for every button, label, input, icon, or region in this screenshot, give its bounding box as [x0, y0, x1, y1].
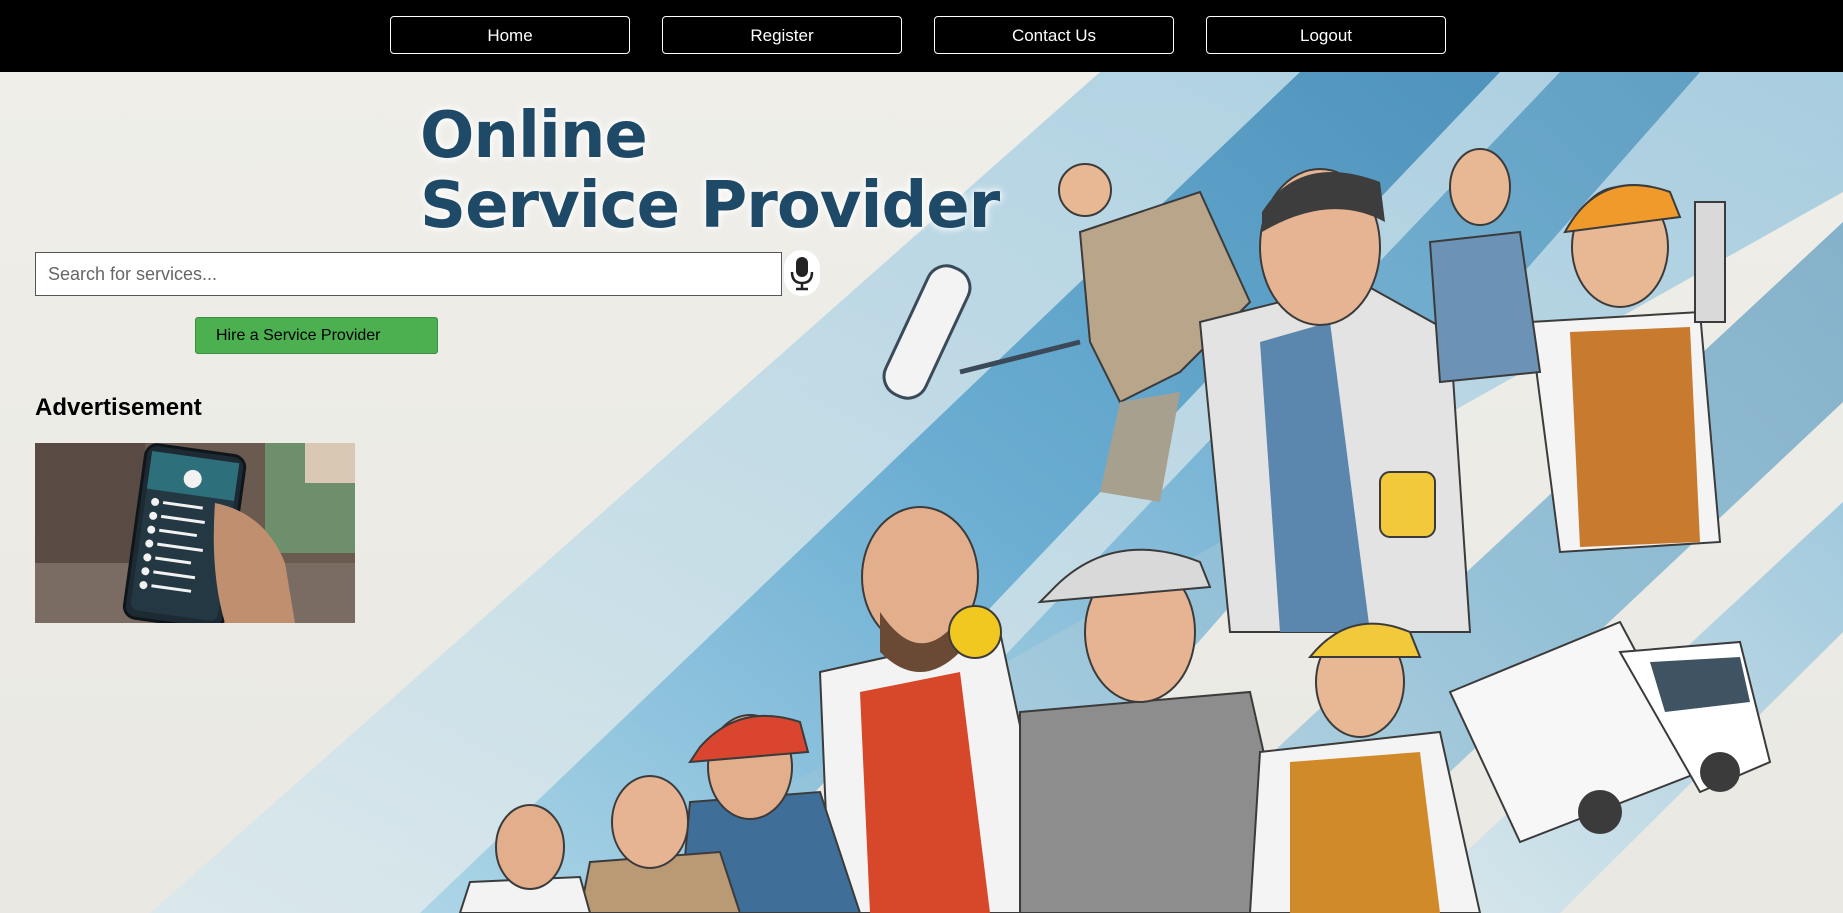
- microphone-icon[interactable]: [784, 250, 820, 296]
- search-input[interactable]: [36, 253, 781, 295]
- nav-home-button[interactable]: Home: [390, 16, 630, 54]
- hire-service-provider-button[interactable]: Hire a Service Provider: [195, 317, 438, 354]
- nav-logout-button[interactable]: Logout: [1206, 16, 1446, 54]
- advertisement-image[interactable]: [35, 443, 355, 623]
- advertisement-heading: Advertisement: [35, 394, 202, 421]
- hero-title-line-1: Online: [420, 99, 648, 173]
- nav-contact-button[interactable]: Contact Us: [934, 16, 1174, 54]
- search-box: [35, 252, 782, 296]
- hero-title-line-2: Service Provider: [420, 169, 1000, 243]
- top-navbar: Home Register Contact Us Logout: [0, 0, 1843, 72]
- nav-register-button[interactable]: Register: [662, 16, 902, 54]
